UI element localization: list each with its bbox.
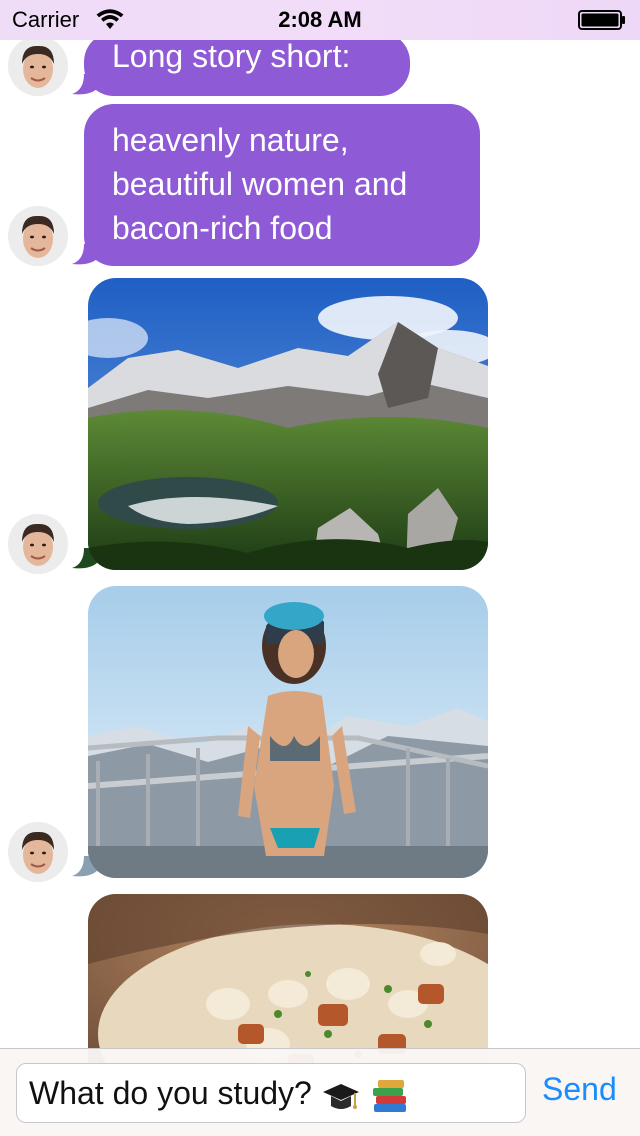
message-composer: What do you study? Send: [0, 1048, 640, 1136]
books-emoji: [372, 1079, 406, 1112]
avatar[interactable]: [8, 206, 68, 266]
message-input[interactable]: What do you study?: [16, 1063, 526, 1123]
message-text-line: heavenly nature,: [112, 122, 349, 158]
composer-text: What do you study?: [29, 1075, 312, 1111]
skier-woman-photo[interactable]: [88, 586, 488, 878]
mountain-lake-photo[interactable]: [88, 278, 488, 570]
message-text-line: bacon-rich food: [112, 210, 333, 246]
send-button[interactable]: Send: [542, 1071, 617, 1108]
chat-screen: Carrier 2:08 AM Long story short: heaven…: [0, 0, 640, 1136]
avatar[interactable]: [8, 36, 68, 96]
message-text-line: beautiful women and: [112, 166, 408, 202]
battery-full-icon: [578, 10, 625, 30]
avatar[interactable]: [8, 822, 68, 882]
clock: 2:08 AM: [278, 7, 362, 32]
message-text: Long story short:: [112, 38, 351, 74]
status-bar: Carrier 2:08 AM: [0, 0, 640, 40]
graduation-cap-emoji: [322, 1083, 359, 1109]
message-bubble[interactable]: heavenly nature, beautiful women and bac…: [84, 104, 480, 266]
message-bubble[interactable]: Long story short:: [84, 32, 410, 96]
avatar[interactable]: [8, 514, 68, 574]
